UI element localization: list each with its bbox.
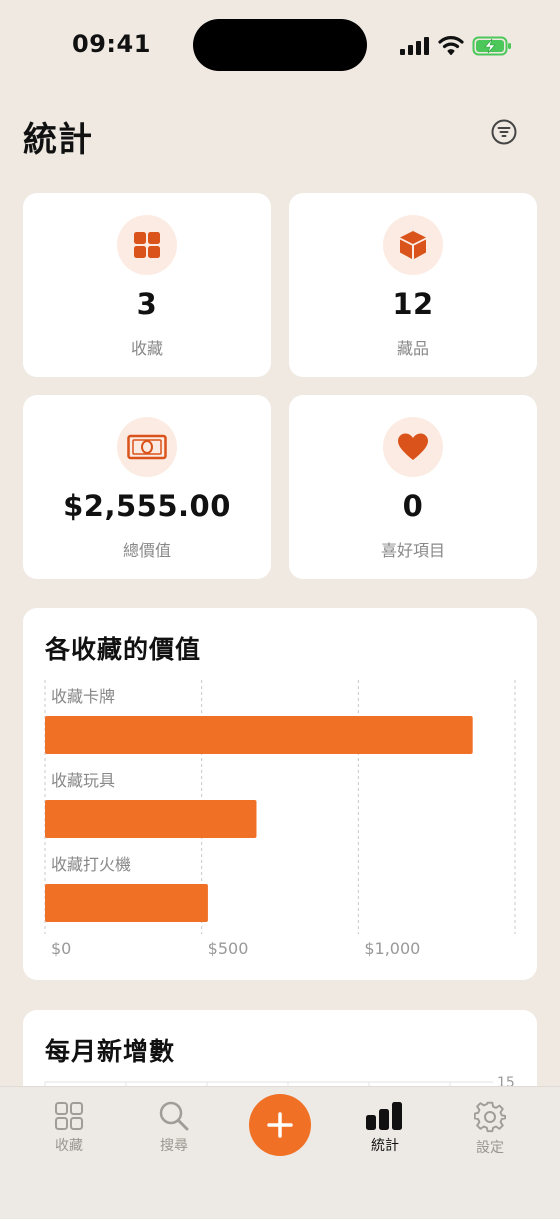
tab-label: 搜尋 — [160, 1138, 188, 1154]
tab-collections[interactable]: 收藏 — [29, 1101, 109, 1161]
dynamic-island — [193, 19, 367, 71]
status-bar: 09:41 — [0, 0, 560, 92]
stat-card-favorites: 0 喜好項目 — [289, 395, 537, 579]
value-bar[interactable] — [45, 884, 208, 922]
tab-label: 統計 — [371, 1138, 399, 1154]
plus-icon — [267, 1112, 293, 1138]
cellular-signal-icon — [400, 37, 429, 55]
tab-search[interactable]: 搜尋 — [134, 1101, 214, 1161]
stat-label: 收藏 — [130, 339, 163, 358]
page-title: 統計 — [23, 120, 93, 160]
grid-icon — [134, 232, 160, 258]
stat-card-collections: 3 收藏 — [23, 193, 271, 377]
add-button[interactable] — [249, 1094, 311, 1156]
battery-charging-icon — [472, 36, 511, 56]
category-label: 收藏玩具 — [51, 771, 115, 790]
stat-label: 總價值 — [122, 541, 171, 560]
stat-card-items: 12 藏品 — [289, 193, 537, 377]
tab-bar: 收藏 搜尋 統計 設定 — [0, 1086, 560, 1219]
tab-statistics[interactable]: 統計 — [345, 1101, 425, 1161]
category-label: 收藏打火機 — [51, 855, 131, 874]
value-by-collection-card: 各收藏的價值 收藏卡牌 收藏玩具 收藏打火機 $0 $500 $1,000 — [23, 608, 537, 980]
value-bar[interactable] — [45, 716, 473, 754]
box-icon — [400, 231, 426, 259]
x-tick-label: $0 — [51, 939, 71, 958]
stat-value: $2,555.00 — [63, 489, 231, 523]
tab-label: 收藏 — [55, 1138, 83, 1154]
stat-value: 3 — [136, 287, 158, 321]
x-tick-label: $500 — [208, 939, 249, 958]
filter-icon — [491, 119, 517, 145]
search-icon — [159, 1101, 189, 1131]
stat-card-total-value: $2,555.00 總價值 — [23, 395, 271, 579]
tab-settings[interactable]: 設定 — [450, 1101, 530, 1161]
value-bar-chart: 收藏卡牌收藏玩具收藏打火機 $0 $500 $1,000 — [44, 680, 516, 958]
stat-label: 藏品 — [396, 339, 429, 358]
grid-icon — [55, 1102, 83, 1130]
stat-value: 12 — [392, 287, 434, 321]
heart-icon — [398, 433, 428, 460]
stat-value: 0 — [402, 489, 424, 523]
x-tick-label: $1,000 — [364, 939, 420, 958]
status-time: 09:41 — [72, 30, 151, 58]
gear-icon — [474, 1101, 506, 1133]
stat-label: 喜好項目 — [380, 541, 445, 560]
bar-chart-icon — [366, 1102, 402, 1130]
category-label: 收藏卡牌 — [51, 687, 115, 706]
value-bar[interactable] — [45, 800, 257, 838]
tab-label: 設定 — [476, 1140, 504, 1156]
filter-button[interactable] — [490, 118, 518, 146]
wifi-icon — [438, 36, 464, 55]
banknote-icon — [127, 434, 167, 460]
